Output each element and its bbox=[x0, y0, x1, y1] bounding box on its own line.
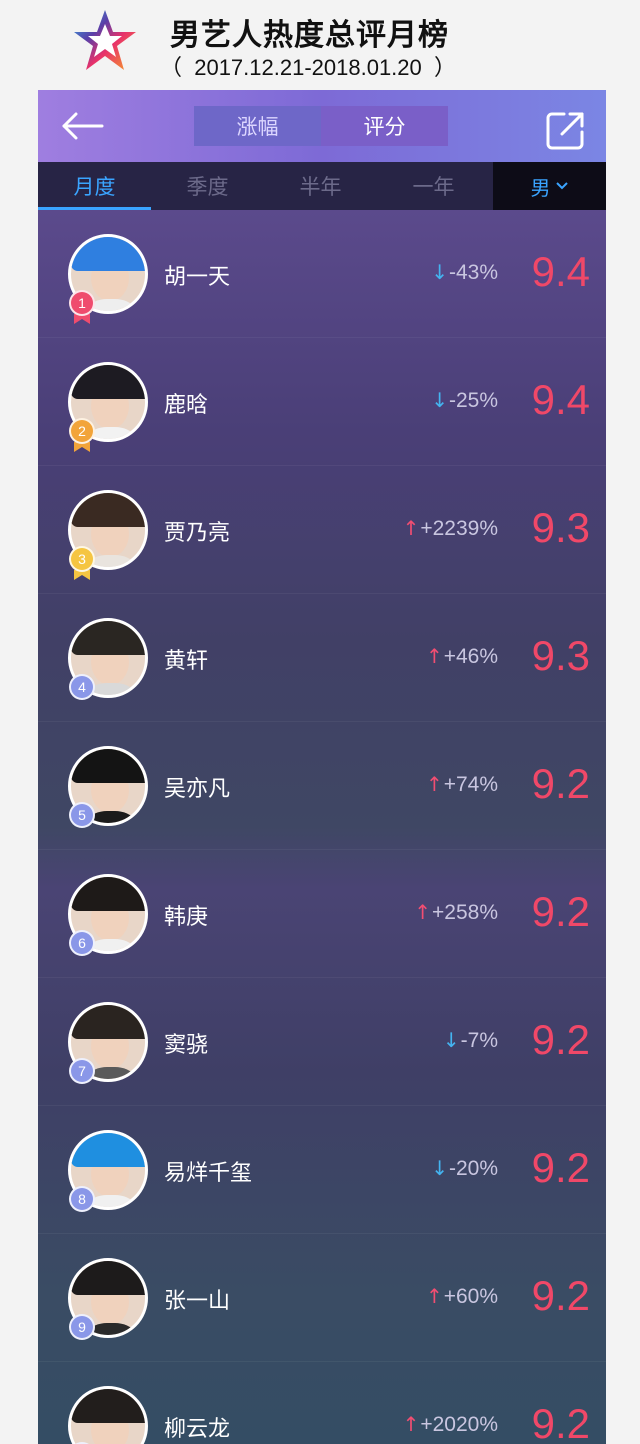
arrow-down-icon: ↓ bbox=[442, 1028, 460, 1052]
change-value: -43% bbox=[448, 261, 498, 284]
rank-badge: 4 bbox=[69, 674, 95, 700]
change-percent: ↓-25% bbox=[431, 388, 498, 413]
date-range: （ 2017.12.21-2018.01.20 ） bbox=[160, 55, 456, 80]
change-value: +2020% bbox=[420, 1413, 498, 1436]
ranking-row[interactable]: 2 鹿晗 ↓-25% 9.4 bbox=[38, 338, 606, 466]
ranking-row[interactable]: 3 贾乃亮 ↑+2239% 9.3 bbox=[38, 466, 606, 594]
rank-badge: 1 bbox=[69, 290, 95, 316]
arrow-down-icon: ↓ bbox=[431, 260, 448, 284]
change-percent: ↑+2239% bbox=[403, 516, 498, 541]
change-value: +2239% bbox=[420, 517, 498, 540]
score-value: 9.2 bbox=[531, 1144, 590, 1191]
tab-one-year[interactable]: 一年 bbox=[377, 162, 490, 210]
segment-control: 涨幅 评分 bbox=[194, 106, 448, 146]
avatar bbox=[68, 1386, 148, 1444]
arrow-up-icon: ↑ bbox=[425, 772, 443, 796]
artist-name: 胡一天 bbox=[164, 265, 231, 290]
arrow-up-icon: ↑ bbox=[414, 900, 432, 924]
change-value: +60% bbox=[443, 1285, 498, 1308]
back-arrow-icon[interactable] bbox=[58, 104, 106, 148]
ranking-row[interactable]: 5 吴亦凡 ↑+74% 9.2 bbox=[38, 722, 606, 850]
arrow-up-icon: ↑ bbox=[425, 1284, 443, 1308]
page: 男艺人热度总评月榜 （ 2017.12.21-2018.01.20 ） 涨幅 评… bbox=[0, 0, 640, 1444]
change-value: +74% bbox=[443, 773, 498, 796]
ranking-row[interactable]: 6 韩庚 ↑+258% 9.2 bbox=[38, 850, 606, 978]
ranking-row[interactable]: 7 窦骁 ↓-7% 9.2 bbox=[38, 978, 606, 1106]
change-value: +46% bbox=[443, 645, 498, 668]
score-value: 9.4 bbox=[531, 376, 590, 423]
artist-name: 鹿晗 bbox=[164, 393, 209, 418]
page-title: 男艺人热度总评月榜 bbox=[170, 18, 449, 53]
artist-name: 黄轩 bbox=[164, 649, 209, 674]
rank-badge: 9 bbox=[69, 1314, 95, 1340]
change-percent: ↓-43% bbox=[431, 260, 498, 285]
gender-label: 男 bbox=[530, 175, 551, 200]
change-percent: ↑+60% bbox=[426, 1284, 498, 1309]
ranking-row[interactable]: 4 黄轩 ↑+46% 9.3 bbox=[38, 594, 606, 722]
change-percent: ↑+2020% bbox=[403, 1412, 498, 1437]
ranking-list: 1 胡一天 ↓-43% 9.4 2 鹿晗 ↓-25% 9.4 3 贾乃亮 ↑+2239% 9.3 4 黄轩… bbox=[38, 210, 606, 1444]
score-value: 9.3 bbox=[531, 504, 590, 551]
share-icon[interactable] bbox=[544, 108, 588, 152]
change-value: +258% bbox=[432, 901, 498, 924]
arrow-up-icon: ↑ bbox=[425, 644, 443, 668]
ranking-row[interactable]: 8 易烊千玺 ↓-20% 9.2 bbox=[38, 1106, 606, 1234]
star-logo-icon bbox=[74, 10, 136, 70]
ranking-row[interactable]: 9 张一山 ↑+60% 9.2 bbox=[38, 1234, 606, 1362]
score-value: 9.2 bbox=[531, 1272, 590, 1319]
rank-badge: 6 bbox=[69, 930, 95, 956]
gender-dropdown[interactable]: 男 bbox=[493, 162, 606, 210]
arrow-up-icon: ↑ bbox=[402, 1412, 420, 1436]
segment-score[interactable]: 评分 bbox=[321, 106, 448, 146]
change-percent: ↑+74% bbox=[426, 772, 498, 797]
change-value: -20% bbox=[448, 1157, 498, 1180]
artist-name: 易烊千玺 bbox=[164, 1161, 253, 1186]
artist-name: 张一山 bbox=[164, 1289, 231, 1314]
ranking-row[interactable]: 10柳云龙↑+2020%9.2 bbox=[38, 1362, 606, 1444]
score-value: 9.2 bbox=[531, 760, 590, 807]
change-value: -25% bbox=[448, 389, 498, 412]
artist-name: 窦骁 bbox=[164, 1033, 209, 1058]
rank-badge: 2 bbox=[69, 418, 95, 444]
score-value: 9.4 bbox=[531, 248, 590, 295]
change-percent: ↑+46% bbox=[426, 644, 498, 669]
banner: 男艺人热度总评月榜 （ 2017.12.21-2018.01.20 ） bbox=[0, 0, 640, 90]
rank-badge: 5 bbox=[69, 802, 95, 828]
arrow-up-icon: ↑ bbox=[402, 516, 420, 540]
rank-badge: 8 bbox=[69, 1186, 95, 1212]
app-bar: 涨幅 评分 bbox=[38, 90, 606, 162]
ranking-row[interactable]: 1 胡一天 ↓-43% 9.4 bbox=[38, 210, 606, 338]
score-value: 9.2 bbox=[531, 888, 590, 935]
artist-name: 柳云龙 bbox=[164, 1417, 231, 1442]
tab-monthly[interactable]: 月度 bbox=[38, 162, 151, 210]
score-value: 9.3 bbox=[531, 632, 590, 679]
score-value: 9.2 bbox=[531, 1400, 590, 1444]
artist-name: 韩庚 bbox=[164, 905, 209, 930]
arrow-down-icon: ↓ bbox=[431, 1156, 448, 1180]
change-percent: ↑+258% bbox=[414, 900, 498, 925]
score-value: 9.2 bbox=[531, 1016, 590, 1063]
segment-rise[interactable]: 涨幅 bbox=[194, 106, 321, 146]
chevron-down-icon bbox=[555, 182, 568, 190]
tab-half-year[interactable]: 半年 bbox=[264, 162, 377, 210]
rank-badge: 3 bbox=[69, 546, 95, 572]
arrow-down-icon: ↓ bbox=[431, 388, 448, 412]
tab-quarterly[interactable]: 季度 bbox=[151, 162, 264, 210]
artist-name: 吴亦凡 bbox=[164, 777, 231, 802]
change-percent: ↓-7% bbox=[443, 1028, 498, 1053]
app-screen: 涨幅 评分 月度 季度 半年 一年 男 1 胡一天 ↓-43% 9.4 2 鹿晗 ↓-25%… bbox=[38, 90, 606, 1444]
change-value: -7% bbox=[460, 1029, 498, 1052]
change-percent: ↓-20% bbox=[431, 1156, 498, 1181]
rank-badge: 7 bbox=[69, 1058, 95, 1084]
artist-name: 贾乃亮 bbox=[164, 521, 231, 546]
